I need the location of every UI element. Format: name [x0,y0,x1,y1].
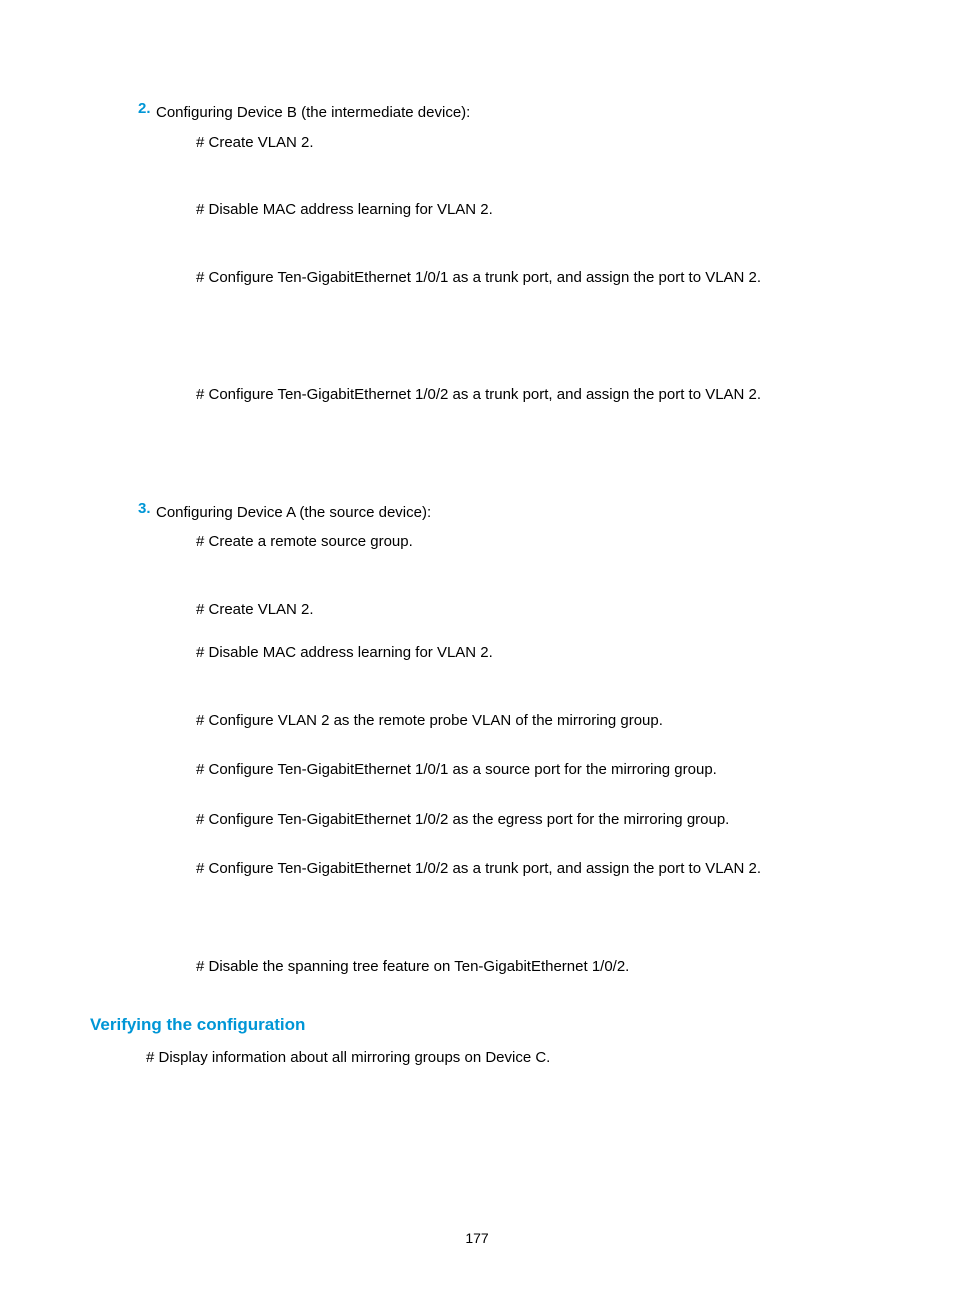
list-item-2: 2. Configuring Device B (the intermediat… [90,100,864,126]
page-number: 177 [0,1230,954,1246]
step3-line-5: # Configure Ten-GigabitEthernet 1/0/2 as… [196,807,864,833]
step2-line-2: # Configure Ten-GigabitEthernet 1/0/1 as… [196,265,864,291]
step2-line-0: # Create VLAN 2. [196,130,864,156]
step3-line-3: # Configure VLAN 2 as the remote probe V… [196,708,864,734]
step3-line-2: # Disable MAC address learning for VLAN … [196,640,864,666]
page-content: 2. Configuring Device B (the intermediat… [0,0,954,1071]
step2-line-3: # Configure Ten-GigabitEthernet 1/0/2 as… [196,382,864,408]
step3-line-6: # Configure Ten-GigabitEthernet 1/0/2 as… [196,856,864,882]
section-heading-verify: Verifying the configuration [90,1015,864,1035]
verify-line: # Display information about all mirrorin… [146,1045,864,1071]
list-number: 2. [90,100,156,126]
list-body: Configuring Device A (the source device)… [156,500,864,526]
list-body: Configuring Device B (the intermediate d… [156,100,864,126]
list-item-3: 3. Configuring Device A (the source devi… [90,500,864,526]
step3-line-7: # Disable the spanning tree feature on T… [196,954,864,980]
step2-line-1: # Disable MAC address learning for VLAN … [196,197,864,223]
step3-line-1: # Create VLAN 2. [196,597,864,623]
step3-line-0: # Create a remote source group. [196,529,864,555]
list-number: 3. [90,500,156,526]
step3-line-4: # Configure Ten-GigabitEthernet 1/0/1 as… [196,757,864,783]
